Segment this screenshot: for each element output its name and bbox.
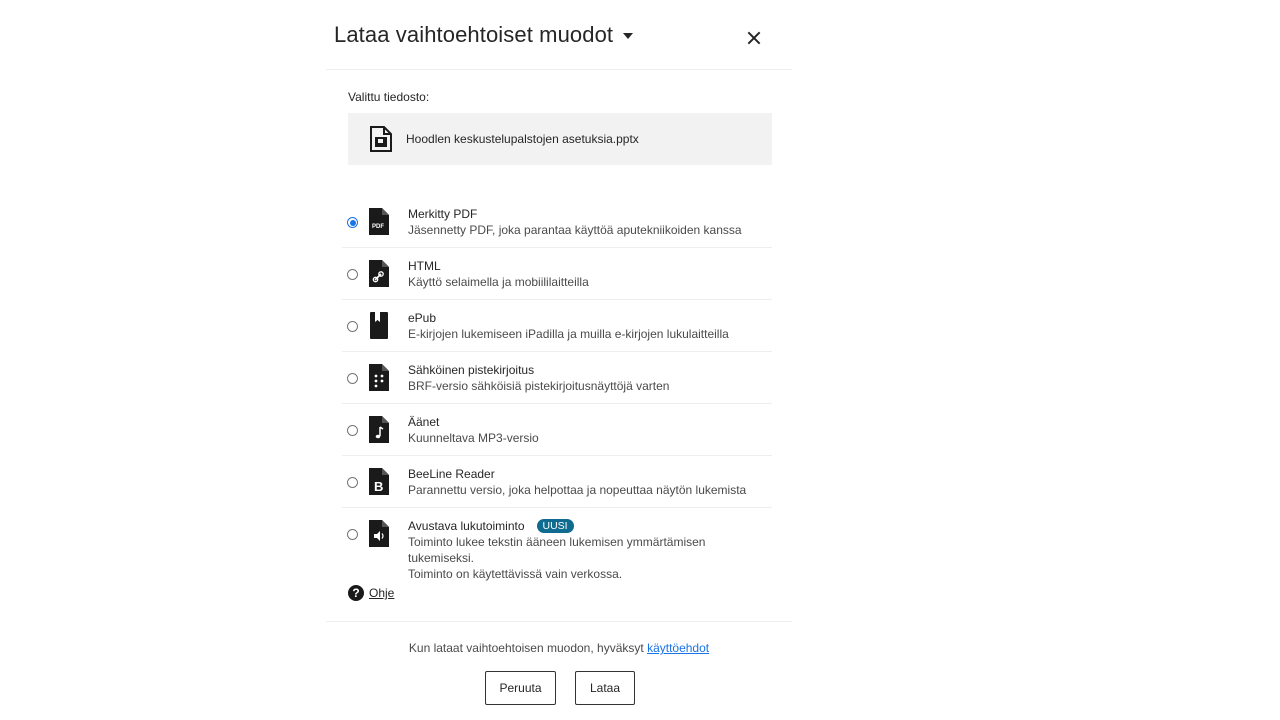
help-link[interactable]: ? Ohje [348,585,394,601]
selected-file-box: Hoodlen keskustelupalstojen asetuksia.pp… [348,113,772,165]
dialog-header: Lataa vaihtoehtoiset muodot [334,18,784,58]
radio-immersive-reader[interactable] [347,529,358,540]
svg-text:B: B [374,479,383,494]
option-title: Merkitty PDF [408,207,478,221]
radio-html[interactable] [347,269,358,280]
new-badge: UUSI [536,519,574,533]
option-description: Toiminto lukee tekstin ääneen lukemisen … [408,535,706,565]
option-immersive-reader[interactable]: Avustava lukutoiminto UUSI Toiminto luke… [342,508,772,581]
option-description: BRF-versio sähköisiä pistekirjoitusnäytt… [408,379,670,393]
option-audio[interactable]: Äänet Kuunneltava MP3-versio [342,404,772,456]
format-options-list: PDF Merkitty PDF Jäsennetty PDF, joka pa… [342,196,772,581]
footer-divider [326,621,792,622]
option-html[interactable]: HTML Käyttö selaimella ja mobiililaittei… [342,248,772,300]
option-beeline[interactable]: B BeeLine Reader Parannettu versio, joka… [342,456,772,508]
header-divider [326,69,792,70]
terms-note-text: Kun lataat vaihtoehtoisen muodon, hyväks… [408,641,644,655]
svg-text:PDF: PDF [372,224,384,230]
download-button[interactable]: Lataa [575,671,635,705]
option-title: ePub [408,311,437,325]
option-description: Käyttö selaimella ja mobiililaitteilla [408,275,589,289]
terms-note: Kun lataat vaihtoehtoisen muodon, hyväks… [326,641,792,655]
cancel-button[interactable]: Peruuta [485,671,556,705]
download-alternative-formats-dialog: Lataa vaihtoehtoiset muodot Valittu tied… [326,0,792,720]
title-dropdown[interactable]: Lataa vaihtoehtoiset muodot [334,22,634,48]
pptx-file-icon [370,126,392,152]
terms-link[interactable]: käyttöehdot [647,641,709,655]
option-title: Avustava lukutoiminto UUSI [408,518,772,534]
help-label: Ohje [369,586,395,600]
radio-beeline[interactable] [347,477,358,488]
option-description-2: Toiminto on käytettävissä vain verkossa. [408,567,623,581]
radio-braille[interactable] [347,373,358,384]
braille-file-icon [369,364,389,391]
selected-file-name: Hoodlen keskustelupalstojen asetuksia.pp… [406,132,639,146]
radio-epub[interactable] [347,321,358,332]
beeline-file-icon: B [369,468,389,495]
radio-audio[interactable] [347,425,358,436]
radio-tagged-pdf[interactable] [347,217,358,228]
epub-book-icon [370,312,388,339]
selected-file-label: Valittu tiedosto: [348,90,430,104]
pdf-file-icon: PDF [369,208,389,235]
option-title-text: Avustava lukutoiminto [408,519,525,533]
option-title: HTML [408,259,441,273]
option-tagged-pdf[interactable]: PDF Merkitty PDF Jäsennetty PDF, joka pa… [342,196,772,248]
option-description: Jäsennetty PDF, joka parantaa käyttöä ap… [408,223,742,237]
dialog-title: Lataa vaihtoehtoiset muodot [334,22,614,47]
option-epub[interactable]: ePub E-kirjojen lukemiseen iPadilla ja m… [342,300,772,352]
option-title: Äänet [408,415,440,429]
audio-file-icon [369,416,389,443]
speaker-file-icon [369,520,389,547]
option-title: BeeLine Reader [408,467,495,481]
option-description: Parannettu versio, joka helpottaa ja nop… [408,483,747,497]
option-braille[interactable]: Sähköinen pistekirjoitus BRF-versio sähk… [342,352,772,404]
help-icon: ? [348,585,364,601]
option-title: Sähköinen pistekirjoitus [408,363,535,377]
close-icon[interactable] [744,28,764,48]
caret-down-icon [623,33,634,39]
option-description: Kuunneltava MP3-versio [408,431,539,445]
html-link-file-icon [369,260,389,287]
option-description: E-kirjojen lukemiseen iPadilla ja muilla… [408,327,729,341]
